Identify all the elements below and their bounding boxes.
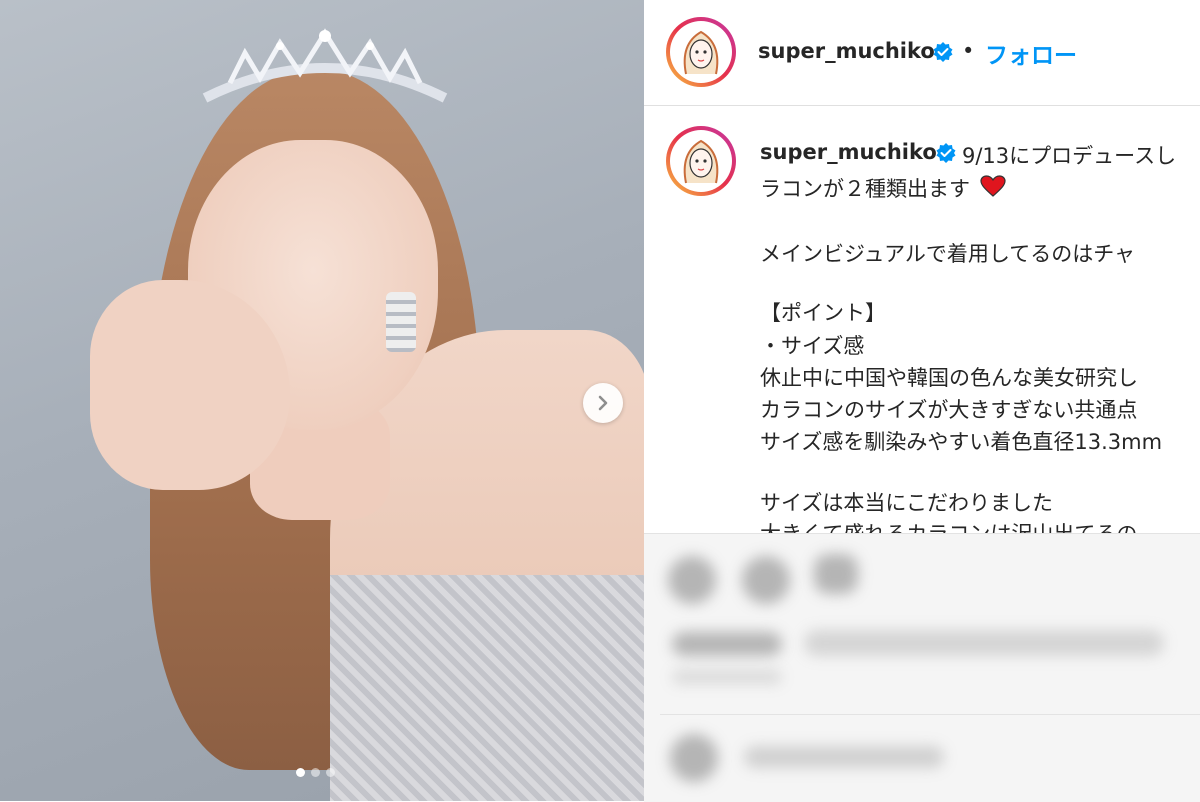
follow-button[interactable]: フォロー <box>985 36 1077 70</box>
date-blurred <box>672 670 782 684</box>
caption-line: ラコンが２種類出ます <box>760 177 970 201</box>
share-icon[interactable] <box>814 554 858 594</box>
carousel-dot <box>326 768 335 777</box>
caption-username[interactable]: super_muchiko <box>760 140 937 164</box>
header-avatar[interactable] <box>666 17 736 87</box>
red-heart-icon <box>980 175 1006 197</box>
like-icon[interactable] <box>668 556 716 604</box>
caption-line: 休止中に中国や韓国の色んな美女研究し <box>760 366 1138 390</box>
comment-input-blurred[interactable] <box>744 746 944 768</box>
comment-icon[interactable] <box>742 556 790 604</box>
caption-line: サイズ感を馴染みやすい着色直径13.3mm <box>760 430 1163 454</box>
caption-line: メインビジュアルで着用してるのはチャ <box>760 242 1136 266</box>
footer-divider <box>660 714 1200 715</box>
chevron-right-icon <box>598 395 608 411</box>
photo-earring <box>386 292 416 352</box>
caption-line: カラコンのサイズが大きすぎない共通点 <box>760 398 1138 422</box>
tiara-graphic <box>202 28 448 103</box>
comment-emoji-icon[interactable] <box>670 734 718 782</box>
caption-line: 大きくて盛れるカラコンは沢山出てるの <box>760 518 1137 533</box>
verified-badge-icon <box>933 42 953 62</box>
carousel-indicator <box>296 768 335 777</box>
likes-text-blurred <box>804 630 1164 656</box>
carousel-dot <box>311 768 320 777</box>
carousel-next-button[interactable] <box>583 383 623 423</box>
verified-badge-icon <box>936 143 956 163</box>
caption-line: 【ポイント】 <box>760 301 886 325</box>
photo-dress <box>330 575 644 801</box>
caption: super_muchiko 9/13にプロデュースし ラコンが２種類出ます メイ… <box>644 120 1200 533</box>
header-username[interactable]: super_muchiko <box>758 39 935 63</box>
post-photo <box>0 0 644 801</box>
likes-blurred <box>672 632 782 656</box>
caption-line: ・サイズ感 <box>760 334 865 358</box>
carousel-dot-active <box>296 768 305 777</box>
post-actions-blurred <box>644 533 1200 802</box>
caption-line: サイズは本当にこだわりました <box>760 491 1053 515</box>
caption-line: 9/13にプロデュースし <box>962 144 1177 168</box>
avatar-illustration-icon <box>683 30 719 75</box>
header-separator: • <box>962 39 975 63</box>
post-header: super_muchiko • フォロー <box>644 0 1200 106</box>
